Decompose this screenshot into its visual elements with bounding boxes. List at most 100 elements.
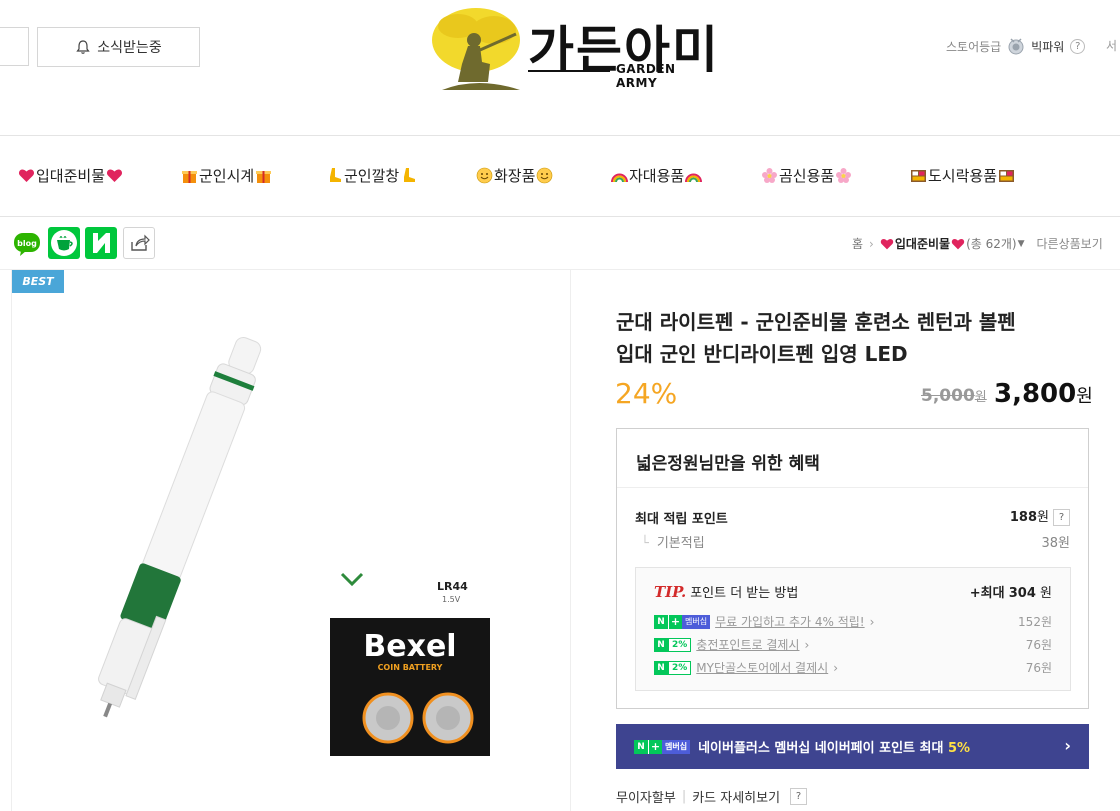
sale-price-value: 3,800 (994, 379, 1077, 409)
category-nav: 입대준비물 군인시계 군인깔창 화장품 자대용품 곰신용품 도시락용품 (0, 137, 1120, 217)
other-products-link[interactable]: 다른상품보기 (1037, 235, 1103, 252)
foot-icon (330, 168, 341, 182)
basic-points-label: 기본적립 (656, 536, 705, 551)
chevron-right-icon: › (804, 637, 810, 652)
coffee-cup-icon (51, 230, 77, 256)
bento-icon (999, 170, 1015, 182)
naver-plus-banner[interactable]: N + 멤버십 네이버플러스 멤버십 네이버페이 포인트 최대 5% › (616, 724, 1089, 769)
notify-button[interactable]: 소식받는중 (37, 27, 200, 67)
tip-link[interactable]: 충전포인트로 결제시 (696, 636, 799, 653)
blog-share-button[interactable]: blog (11, 227, 43, 259)
sale-price-unit: 원 (1076, 386, 1093, 407)
smile-icon (476, 167, 493, 184)
divider: | (681, 789, 687, 804)
store-logo[interactable]: 가든아미 GARDEN ARMY (428, 6, 720, 94)
flower-icon (836, 168, 852, 183)
category-item-insole[interactable]: 군인깔창 (326, 165, 417, 186)
indent-marker: └ (641, 536, 649, 551)
membership-badge-text: 멤버십 (662, 739, 691, 754)
product-title-line2: 입대 군인 반디라이트펜 입영 LED (616, 342, 908, 366)
medal-icon (1008, 38, 1024, 55)
product-image-area[interactable]: BEST LR44 1.5V Bexel COIN BATTERY (11, 270, 571, 811)
banner-highlight: 5% (947, 741, 971, 756)
category-item-watch[interactable]: 군인시계 (181, 165, 272, 186)
share-button[interactable] (123, 227, 155, 259)
original-price: 5,000원 (921, 386, 987, 406)
blog-icon: blog (14, 233, 40, 256)
tip-heading: TIP. 포인트 더 받는 방법 (654, 582, 798, 601)
original-price-value: 5,000 (921, 386, 975, 406)
tip-max-unit: 원 (1040, 586, 1052, 601)
tip-row-mystore[interactable]: N 2% MY단골스토어에서 결제시 › (654, 659, 838, 676)
banner-text-main: 네이버플러스 멤버십 네이버페이 포인트 최대 (698, 741, 944, 756)
category-label: 곰신용품 (779, 167, 835, 185)
max-points-unit: 원 (1037, 510, 1049, 525)
chevron-right-icon: › (869, 614, 875, 629)
card-detail-link[interactable]: 카드 자세히보기 (692, 787, 780, 806)
bento-icon (911, 170, 926, 182)
light-pen-image (98, 336, 262, 718)
tip-row-value: 76원 (1025, 638, 1052, 652)
flower-icon (762, 168, 777, 183)
benefit-box: 넓은정원님만을 위한 혜택 최대 적립 포인트 188원? └ 기본적립 38원 … (616, 428, 1089, 709)
membership-badge: N + 멤버십 (634, 739, 691, 754)
plus-icon: + (648, 739, 662, 754)
tip-link[interactable]: MY단골스토어에서 결제시 (696, 659, 828, 676)
installment-row: 무이자할부 | 카드 자세히보기 ? (616, 787, 808, 806)
points-help-icon[interactable]: ? (1053, 509, 1070, 526)
sale-price: 3,800원 (994, 379, 1093, 409)
menu-button[interactable] (0, 27, 29, 66)
category-label: 군인깔창 (344, 167, 400, 185)
tip-link[interactable]: 무료 가입하고 추가 4% 적립! (715, 613, 865, 630)
share-icon (131, 234, 150, 251)
product-title: 군대 라이트펜 - 군인준비물 훈련소 렌턴과 볼펜 입대 군인 반디라이트펜 … (616, 306, 1086, 370)
store-grade-value: 빅파워 (1031, 39, 1065, 54)
category-label: 자대용품 (629, 167, 685, 185)
banner-text: 네이버플러스 멤버십 네이버페이 포인트 최대 5% (698, 737, 970, 756)
battery-model: LR44 (437, 580, 468, 593)
category-item-barracks[interactable]: 자대용품 (611, 165, 703, 186)
category-item-prep[interactable]: 입대준비물 (18, 165, 123, 186)
foot-icon (404, 168, 416, 182)
breadcrumb-current[interactable]: 입대준비물 (총 62개) ▼ (880, 235, 1025, 252)
category-label: 도시락용품 (928, 167, 998, 185)
heart-icon (951, 238, 965, 249)
bookmark-icon (93, 233, 110, 253)
tip-row-charge[interactable]: N 2% 충전포인트로 결제시 › (654, 636, 809, 653)
chevron-right-icon: › (869, 236, 874, 251)
tip-max-prefix: +최대 (969, 586, 1005, 601)
store-header: 소식받는중 가든아미 GARDEN ARMY 스토어등급 빅파워 ? 서 (0, 0, 1120, 136)
tip-row-membership[interactable]: N + 멤버십 무료 가입하고 추가 4% 적립! › (654, 613, 874, 630)
share-bar: blog 홈 › 입대준비물 (총 62개) ▼ 다른상품보기 (0, 217, 1120, 270)
tip-row-value: 76원 (1025, 661, 1052, 675)
pct-badge: N 2% (654, 637, 692, 652)
cafe-share-button[interactable] (48, 227, 80, 259)
pct-badge-text: 2% (668, 660, 692, 675)
kin-share-button[interactable] (85, 227, 117, 259)
category-label: 군인시계 (199, 167, 255, 185)
tip-row-value: 152원 (1018, 615, 1052, 629)
grade-help-icon[interactable]: ? (1070, 38, 1086, 54)
max-points-value: 188 (1009, 510, 1038, 525)
discount-rate: 24% (615, 377, 678, 410)
category-item-lunchbox[interactable]: 도시락용품 (910, 165, 1015, 186)
logo-divider (528, 70, 610, 72)
benefit-divider (617, 487, 1088, 488)
gift-icon (182, 171, 197, 183)
battery-sub: COIN BATTERY (378, 663, 443, 672)
card-help-icon[interactable]: ? (790, 788, 808, 805)
installment-label: 무이자할부 (616, 791, 676, 806)
breadcrumb-home[interactable]: 홈 (852, 235, 863, 252)
header-link-cut[interactable]: 서 (1106, 37, 1117, 54)
smile-icon (537, 167, 553, 184)
chevron-right-icon: › (1064, 736, 1071, 755)
max-points-label: 최대 적립 포인트 (635, 512, 728, 527)
category-item-gomsin[interactable]: 곰신용품 (761, 165, 852, 186)
rainbow-icon (685, 173, 703, 183)
heart-icon (106, 169, 123, 182)
battery-brand: Bexel (363, 629, 456, 664)
category-item-cosmetics[interactable]: 화장품 (476, 165, 553, 186)
caret-down-icon: ▼ (1017, 238, 1025, 249)
naver-n-icon: N (654, 614, 668, 629)
naver-n-icon: N (654, 660, 668, 675)
